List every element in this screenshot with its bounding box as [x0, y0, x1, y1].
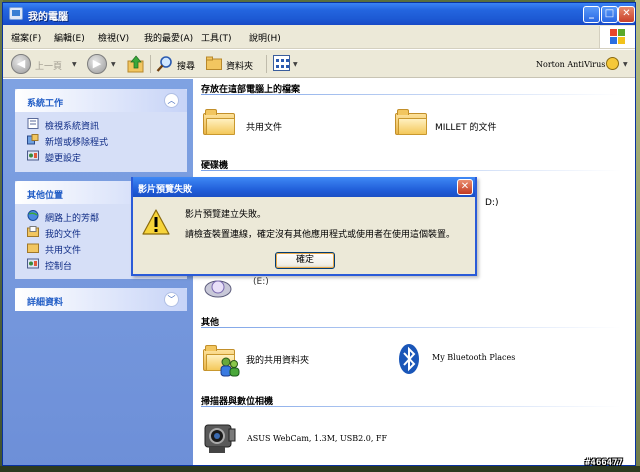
dialog-title-bar[interactable]: 影片預覽失敗 ✕ — [133, 177, 475, 197]
my-shared-folder-item[interactable]: 我的共用資料夾 — [203, 341, 373, 377]
section-divider — [201, 94, 621, 95]
windows-flag-icon — [610, 29, 626, 45]
menu-file[interactable]: 檔案(F) — [11, 31, 41, 44]
dialog-message-secondary: 請檢查裝置連線，確定沒有其他應用程式或使用者在使用這個裝置。 — [185, 230, 456, 240]
back-dropdown-icon[interactable]: ▼ — [72, 61, 77, 68]
menu-view[interactable]: 檢視(V) — [98, 31, 129, 44]
system-info-icon — [27, 118, 39, 129]
other-places-title: 其他位置 — [27, 191, 64, 201]
section-divider — [201, 327, 621, 328]
views-dropdown-icon[interactable]: ▼ — [293, 61, 298, 68]
my-documents-icon — [27, 226, 39, 237]
details-header[interactable]: 詳細資料 ﹀ — [15, 288, 187, 311]
drive-d-label-partial[interactable]: D:) — [485, 198, 498, 208]
search-icon[interactable] — [156, 55, 174, 73]
menu-bar: 檔案(F) 編輯(E) 檢視(V) 我的最愛(A) 工具(T) 說明(H) — [3, 25, 635, 49]
folder-icon — [395, 109, 427, 135]
menu-help[interactable]: 說明(H) — [249, 31, 281, 44]
system-tasks-panel: 系統工作 ︿ 檢視系統資訊 新增或移除程式 變更設定 — [15, 89, 187, 172]
dialog-close-button[interactable]: ✕ — [457, 179, 473, 195]
watermark: #466477 — [585, 458, 623, 468]
title-bar[interactable]: 我的電腦 _ □ ✕ — [3, 3, 635, 25]
removable-drive-label-partial[interactable]: (E:) — [253, 277, 269, 287]
section-divider — [201, 170, 621, 171]
details-title: 詳細資料 — [27, 298, 64, 308]
control-panel-icon — [27, 258, 39, 269]
menu-favorites[interactable]: 我的最愛(A) — [144, 31, 193, 44]
task-view-system-info[interactable]: 檢視系統資訊 — [25, 116, 177, 132]
details-panel: 詳細資料 ﹀ — [15, 288, 187, 311]
toolbar: ◀ 上一頁 ▼ ▶ ▼ 搜尋 資料夾 ▼ Norton AntiVirus ▼ — [3, 50, 635, 78]
bluetooth-places-item[interactable]: My Bluetooth Places — [398, 341, 598, 377]
shared-folder-icon — [27, 243, 39, 253]
collapse-up-icon[interactable]: ︿ — [164, 93, 179, 108]
shared-documents-item[interactable]: 共用文件 — [203, 109, 353, 141]
up-folder-icon[interactable] — [127, 55, 145, 73]
dialog-title: 影片預覽失敗 — [138, 185, 193, 195]
back-arrow-icon[interactable]: ◀ — [11, 54, 31, 74]
maximize-button[interactable]: □ — [601, 6, 618, 23]
computer-icon — [9, 7, 23, 20]
task-add-remove-programs[interactable]: 新增或移除程式 — [25, 132, 177, 148]
menu-tools[interactable]: 工具(T) — [201, 31, 232, 44]
desktop-background-bottom — [0, 466, 640, 472]
close-button[interactable]: ✕ — [618, 6, 635, 23]
warning-icon — [142, 209, 170, 235]
norton-shield-icon[interactable] — [606, 57, 619, 70]
millet-documents-item[interactable]: MILLET 的文件 — [395, 109, 595, 141]
add-remove-programs-icon — [27, 134, 39, 145]
window-title: 我的電腦 — [28, 12, 68, 23]
norton-dropdown-icon[interactable]: ▼ — [623, 61, 628, 68]
folders-button-label[interactable]: 資料夾 — [226, 59, 253, 72]
network-places-icon — [27, 210, 39, 221]
system-tasks-header[interactable]: 系統工作 ︿ — [15, 89, 187, 112]
folder-icon — [203, 109, 235, 135]
toolbar-separator — [150, 55, 151, 73]
expand-down-icon[interactable]: ﹀ — [164, 292, 179, 307]
back-button-label[interactable]: 上一頁 — [35, 59, 62, 72]
search-button-label[interactable]: 搜尋 — [177, 59, 195, 72]
video-preview-error-dialog: 影片預覽失敗 ✕ 影片預覽建立失敗。 請檢查裝置連線，確定沒有其他應用程式或使用… — [131, 177, 477, 276]
dialog-message-primary: 影片預覽建立失敗。 — [185, 210, 267, 220]
bluetooth-icon — [399, 344, 419, 374]
views-grid-icon[interactable] — [273, 55, 290, 71]
toolbar-separator — [266, 55, 267, 73]
system-tasks-title: 系統工作 — [27, 99, 64, 109]
users-icon — [220, 357, 240, 377]
menu-edit[interactable]: 編輯(E) — [54, 31, 85, 44]
asus-webcam-item[interactable]: ASUS WebCam, 1.3M, USB2.0, FF — [203, 419, 443, 455]
folders-icon[interactable] — [206, 56, 222, 70]
norton-antivirus-label[interactable]: Norton AntiVirus — [536, 60, 605, 69]
section-divider — [201, 406, 621, 407]
control-panel-icon — [27, 150, 39, 161]
minimize-button[interactable]: _ — [583, 6, 600, 23]
forward-dropdown-icon[interactable]: ▼ — [111, 61, 116, 68]
webcam-icon — [204, 424, 236, 453]
task-change-settings[interactable]: 變更設定 — [25, 148, 177, 164]
windows-logo — [599, 26, 635, 48]
ok-button[interactable]: 確定 — [275, 252, 335, 269]
forward-arrow-icon[interactable]: ▶ — [87, 54, 107, 74]
